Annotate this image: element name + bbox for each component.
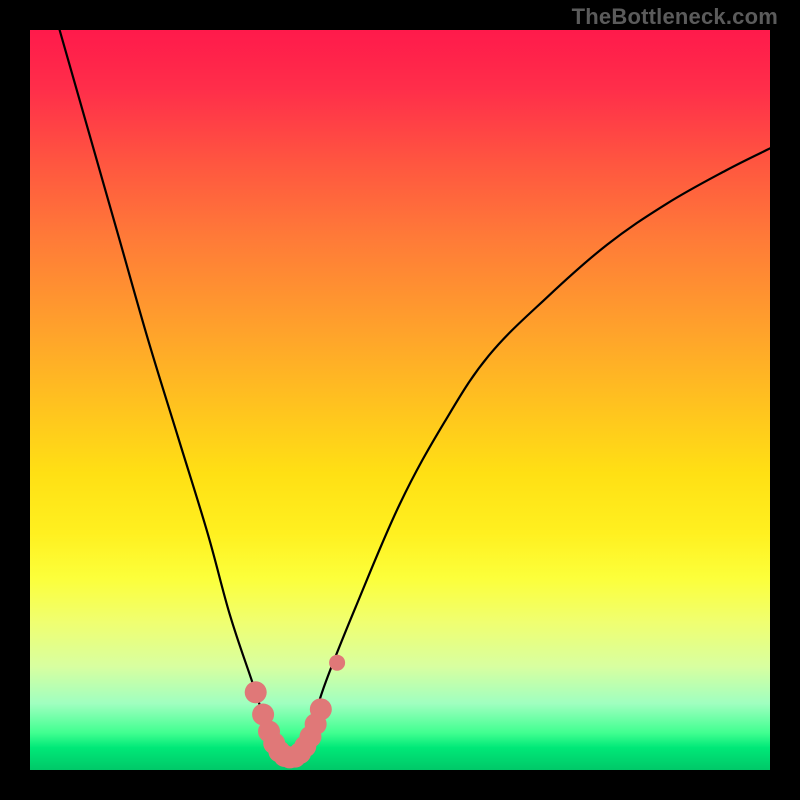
watermark-text: TheBottleneck.com bbox=[572, 6, 778, 28]
plot-area bbox=[30, 30, 770, 770]
chart-frame: TheBottleneck.com bbox=[0, 0, 800, 800]
bottleneck-curve bbox=[60, 30, 770, 759]
highlight-dot bbox=[310, 698, 332, 720]
curve-layer bbox=[30, 30, 770, 770]
highlight-dot bbox=[245, 681, 267, 703]
highlight-dot bbox=[329, 655, 345, 671]
